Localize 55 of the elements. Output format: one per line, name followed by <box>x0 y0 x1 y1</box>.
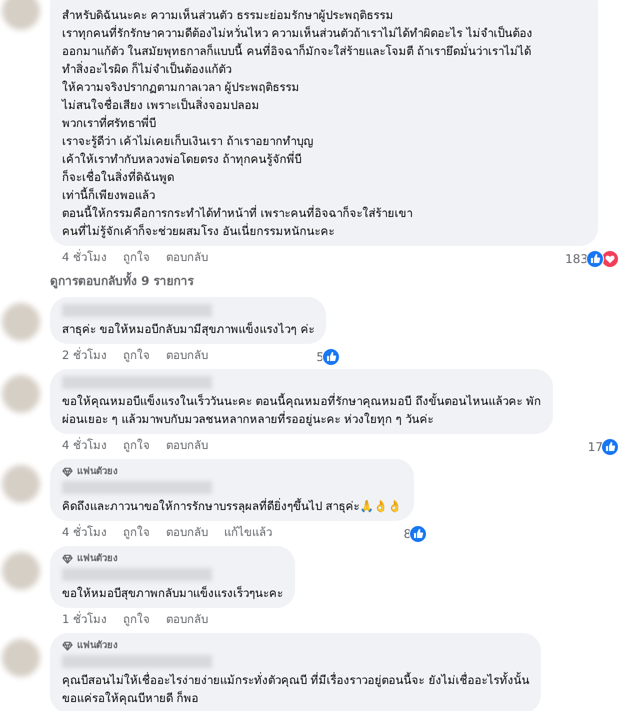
comment-text: เค้าให้เราทำกับหลวงพ่อโดยตรง ถ้าทุกคนรู้จักพี่บี <box>62 150 303 168</box>
comment-text: คิดถึงและภาวนาขอให้การรักษาบรรลุผลที่ดียิ่งๆขึ้นไป สาธุค่ะ🙏👌👌 <box>62 497 402 515</box>
avatar[interactable] <box>2 0 40 30</box>
view-replies-link[interactable]: ดูการตอบกลับทั้ง 9 รายการ <box>50 272 194 290</box>
diamond-icon <box>62 466 73 476</box>
reaction-count[interactable]: 17 <box>588 440 603 454</box>
reaction-count[interactable]: 183 <box>565 252 588 266</box>
timestamp[interactable]: 4 ชั่วโมง <box>62 437 107 454</box>
avatar[interactable] <box>2 465 40 503</box>
reply-link[interactable]: ตอบกลับ <box>166 524 208 541</box>
comment-text: สำหรับดิฉันนะคะ ความเห็นส่วนตัว ธรรมะย่อมรักษาผู้ประพฤติธรรม <box>62 6 394 24</box>
timestamp[interactable]: 4 ชั่วโมง <box>62 524 107 541</box>
comment-text: ไม่สนใจชื่อเสียง เพราะเป็นสิ่งจอมปลอม <box>62 96 261 114</box>
diamond-icon <box>62 554 73 564</box>
reply-link[interactable]: ตอบกลับ <box>166 437 208 454</box>
avatar[interactable] <box>2 375 40 413</box>
like-link[interactable]: ถูกใจ <box>122 437 150 454</box>
comment-text: ขอให้หมอบีสุขภาพกลับมาแข็งแรงเร็วๆนะคะ <box>62 584 283 602</box>
comment-text: เท่านี้ก็เพียงพอแล้ว <box>62 186 156 204</box>
comment-text: ผ่อนเยอะ ๆ แล้วมาพบกับมวลชนหลากหลายที่รออยู่นะคะ ห่วงใยทุก ๆ วันค่ะ <box>62 410 434 428</box>
comment-text: ตอนนี้ให้กรรมคือการกระทำได้ทำหน้าที่ เพราะคนที่อิจฉาก็จะใส่ร้ายเขา <box>62 204 414 222</box>
reply-link[interactable]: ตอบกลับ <box>166 249 208 266</box>
like-link[interactable]: ถูกใจ <box>122 249 150 266</box>
comment-text: ขอให้คุณหมอบีแข็งแรงในเร็ววันนะคะ ตอนนี้คุณหมอที่รักษาคุณหมอบี ถึงขั้นตอนไหนแล้วคะ พัก <box>62 392 541 410</box>
edited-label: แก้ไขแล้ว <box>224 524 272 541</box>
comment-text: คนที่ไม่รู้จักเค้าก็จะช่วยผสมโรง อันเนี่ยกรรมหนักนะคะ <box>62 222 336 240</box>
comment-text: ให้ความจริงปรากฏตามกาลเวลา ผู้ประพฤติธรรม <box>62 79 301 96</box>
comment-text: พวกเราที่ศรัทธาพี่บี <box>62 114 157 132</box>
comment-text: เราจะรู้ดีว่า เค้าไม่เคยเก็บเงินเรา ถ้าเราอยากทำบุญ <box>62 132 314 150</box>
like-link[interactable]: ถูกใจ <box>122 611 150 628</box>
comment-text: ทำสิ่งอะไรผิด ก็ไม่จำเป็นต้องแก้ตัว <box>62 60 233 78</box>
comment-text: เราทุกคนที่รักรักษาความดีต้องไม่หวั่นไหว ความเห็นส่วนตัวถ้าเราไม่ได้ทำผิดอะไร ไม่จำเป็นต้อง <box>62 24 534 42</box>
avatar[interactable] <box>2 303 40 341</box>
timestamp[interactable]: 2 ชั่วโมง <box>62 347 107 364</box>
avatar[interactable] <box>2 552 40 590</box>
avatar[interactable] <box>2 639 40 677</box>
comment-text: ก็จะเชื่อในสิ่งที่ดิฉันพูด <box>62 168 175 186</box>
like-link[interactable]: ถูกใจ <box>122 524 150 541</box>
comment-text: สาธุค่ะ ขอให้หมอบีกลับมามีสุขภาพแข็งแรงไวๆ ค่ะ <box>62 320 314 338</box>
like-icon[interactable] <box>601 438 619 456</box>
timestamp[interactable]: 1 ชั่วโมง <box>62 611 107 628</box>
diamond-icon <box>62 640 73 650</box>
reply-link[interactable]: ตอบกลับ <box>166 347 208 364</box>
timestamp[interactable]: 4 ชั่วโมง <box>62 249 107 266</box>
like-icon[interactable] <box>322 348 340 366</box>
like-link[interactable]: ถูกใจ <box>122 347 150 364</box>
badge-label: แฟนตัวยง <box>77 465 118 479</box>
badge-label: แฟนตัวยง <box>77 552 118 566</box>
reply-link[interactable]: ตอบกลับ <box>166 611 208 628</box>
like-icon[interactable] <box>586 250 604 268</box>
like-icon[interactable] <box>409 525 428 543</box>
comment-text: คุณบีสอนไม่ให้เชื่ออะไรง่ายง่ายแม้กระทั่งตัวคุณบี ที่มีเรื่องราวอยู่ตอนนี้จะ ยังไม่เชื่ออะไรทั้งนั้น <box>62 671 530 689</box>
comment-text: ขอแค่รอให้คุณบีหายดี ก็พอ <box>62 690 200 707</box>
comment-text: ออกมาแก้ตัว ในสมัยพุทธกาลก็แบบนี้ คนที่อิจฉาก็มักจะใส่ร้ายและโจมตี ถ้าเรายึดมั่นว่าเราไม่ได้ <box>62 42 532 60</box>
badge-label: แฟนตัวยง <box>77 639 118 653</box>
